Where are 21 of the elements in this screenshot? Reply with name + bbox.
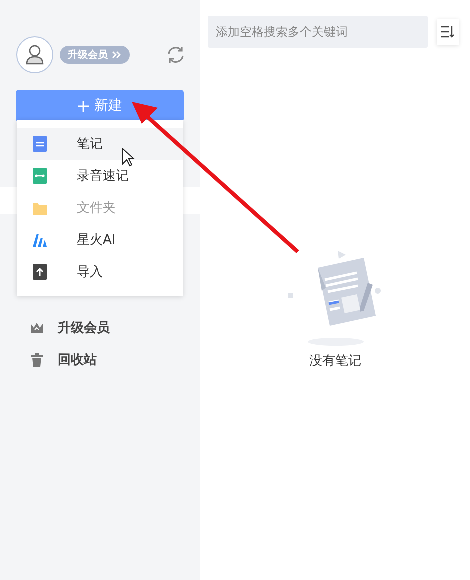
note-icon xyxy=(33,136,47,152)
menu-item[interactable]: 导入 xyxy=(17,256,183,288)
crown-icon xyxy=(30,321,44,335)
spark-logo-icon xyxy=(33,233,47,247)
folder-icon xyxy=(33,201,47,215)
search-field[interactable]: 添加空格搜索多个关键词 xyxy=(208,16,428,48)
trash-icon xyxy=(30,353,44,367)
sort-icon xyxy=(441,26,455,38)
menu-item[interactable]: 笔记 xyxy=(17,128,183,160)
sort-button[interactable] xyxy=(437,19,459,45)
avatar-icon[interactable] xyxy=(16,36,54,74)
cursor-icon xyxy=(122,148,135,167)
import-icon xyxy=(33,264,47,280)
sidebar-item[interactable]: 回收站 xyxy=(0,344,200,376)
menu-item[interactable]: 录音速记 xyxy=(17,160,183,192)
sync-icon[interactable] xyxy=(166,45,186,65)
sidebar-item[interactable]: 升级会员 xyxy=(0,312,200,344)
menu-item[interactable]: 星火AI xyxy=(17,224,183,256)
empty-message: 没有笔记 xyxy=(310,353,362,370)
audio-note-icon xyxy=(33,168,47,184)
plus-icon xyxy=(78,100,88,112)
